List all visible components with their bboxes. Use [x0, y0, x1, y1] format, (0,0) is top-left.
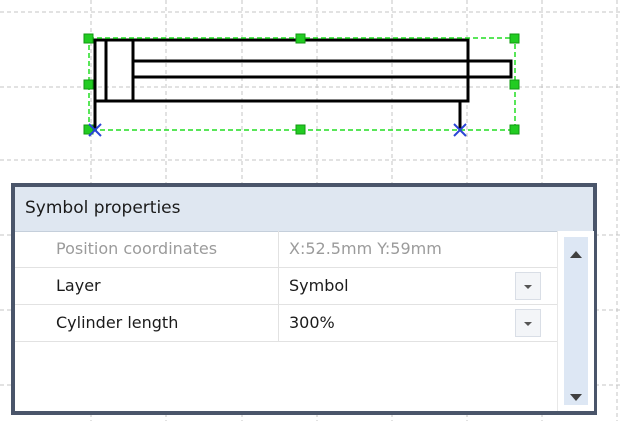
handle-top-left[interactable] [83, 33, 94, 44]
handle-top-middle[interactable] [295, 33, 306, 44]
cylinder-symbol[interactable] [93, 38, 513, 130]
property-label: Layer [15, 268, 279, 304]
properties-grid: Position coordinates X:52.5mm Y:59mm Lay… [15, 231, 557, 342]
scroll-down-icon[interactable] [570, 394, 582, 401]
property-label: Position coordinates [15, 231, 279, 267]
property-label: Cylinder length [15, 305, 279, 341]
selection-handles[interactable] [83, 33, 520, 135]
symbol-properties-panel: Symbol properties Position coordinates X… [11, 183, 597, 415]
handle-middle-left[interactable] [83, 79, 94, 90]
chevron-down-icon [524, 322, 532, 326]
property-value-position: X:52.5mm Y:59mm [289, 239, 442, 258]
cylinder-length-dropdown-button[interactable] [515, 309, 541, 337]
handle-bottom-middle[interactable] [295, 124, 306, 135]
property-row-layer[interactable]: Layer Symbol [15, 268, 557, 305]
panel-title: Symbol properties [25, 198, 181, 218]
panel-header: Symbol properties [15, 187, 593, 232]
property-row-position: Position coordinates X:52.5mm Y:59mm [15, 231, 557, 268]
scroll-up-icon[interactable] [570, 251, 582, 258]
handle-middle-right[interactable] [509, 79, 520, 90]
property-row-cylinder-length[interactable]: Cylinder length 300% [15, 305, 557, 342]
vertical-scrollbar[interactable] [557, 231, 594, 411]
selection-outline [88, 37, 516, 131]
handle-bottom-right[interactable] [509, 124, 520, 135]
layer-dropdown-button[interactable] [515, 272, 541, 300]
chevron-down-icon [524, 285, 532, 289]
handle-top-right[interactable] [509, 33, 520, 44]
scrollbar-track[interactable] [564, 237, 588, 405]
